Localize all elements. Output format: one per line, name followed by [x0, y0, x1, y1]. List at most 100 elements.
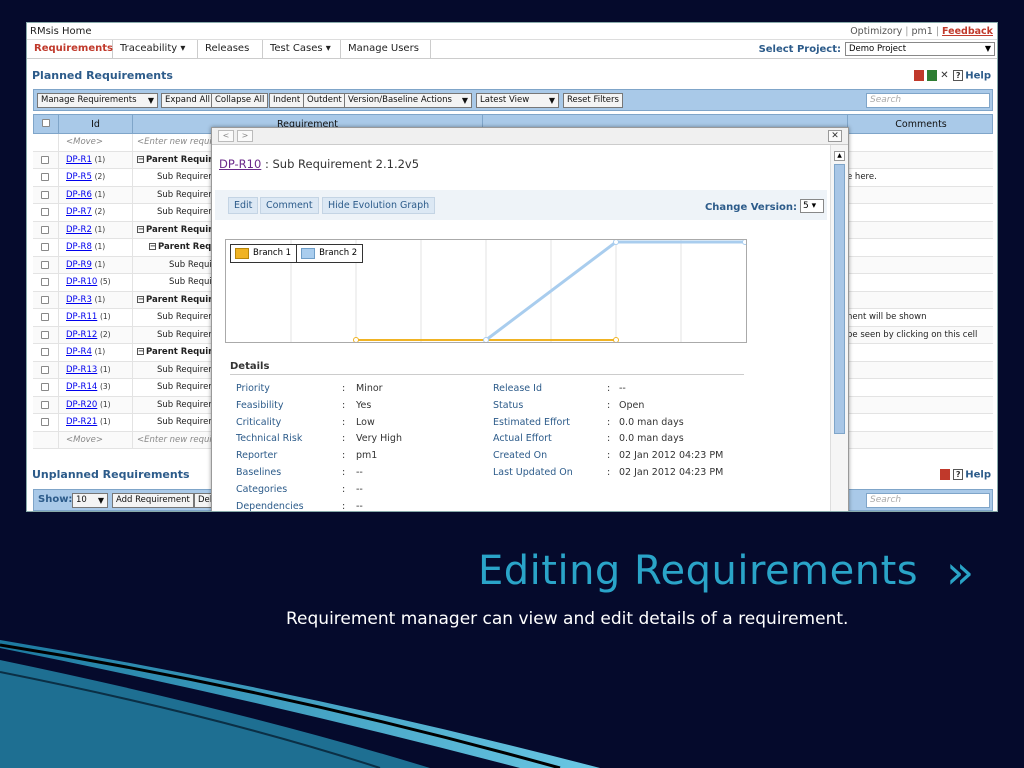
requirement-name-cell[interactable]: − Parent Requirer: [137, 155, 222, 165]
row-checkbox[interactable]: [41, 365, 49, 374]
row-checkbox[interactable]: [41, 260, 49, 269]
row-checkbox[interactable]: [41, 225, 49, 234]
requirement-name-cell[interactable]: Sub Requirem: [157, 382, 217, 392]
requirement-name-cell[interactable]: − Parent Requirer: [137, 295, 222, 305]
edit-button[interactable]: Edit: [228, 197, 259, 214]
requirement-id-link[interactable]: DP-R6: [66, 190, 92, 200]
move-cell[interactable]: <Move>: [66, 137, 103, 147]
requirement-id-link[interactable]: DP-R3: [66, 295, 92, 305]
tab-test-cases[interactable]: Test Cases ▾: [263, 40, 341, 59]
tools-icon[interactable]: ✕: [940, 70, 950, 81]
row-checkbox[interactable]: [41, 313, 49, 321]
requirement-id-link[interactable]: DP-R11: [66, 312, 97, 322]
requirement-name-cell[interactable]: Sub Requirem: [157, 190, 217, 200]
comment-button[interactable]: Comment: [260, 197, 319, 214]
row-checkbox[interactable]: [41, 383, 49, 391]
requirement-id-link[interactable]: DP-R10: [219, 157, 261, 171]
help-icon[interactable]: ?: [953, 469, 964, 480]
requirement-name-cell[interactable]: − Parent Requ: [149, 242, 217, 252]
expand-all-button[interactable]: Expand All: [161, 93, 215, 108]
select-all-cell[interactable]: [34, 115, 59, 134]
comment-cell[interactable]: e here.: [847, 172, 877, 182]
manage-requirements-select[interactable]: Manage Requirements ▼: [37, 93, 158, 108]
pdf-export-icon[interactable]: [940, 469, 951, 480]
requirement-name-cell[interactable]: Sub Requirem: [157, 312, 217, 322]
new-requirement-cell[interactable]: <Enter new requi: [137, 435, 212, 445]
planned-search-input[interactable]: Search: [866, 93, 990, 108]
requirement-name-cell[interactable]: Sub Requirem: [157, 417, 217, 427]
row-checkbox[interactable]: [41, 190, 49, 199]
requirement-name-cell[interactable]: Sub Requirem: [157, 365, 217, 375]
row-checkbox[interactable]: [41, 243, 49, 251]
requirement-name-cell[interactable]: Sub Requirem: [157, 172, 217, 182]
pdf-export-icon[interactable]: [914, 70, 925, 81]
row-checkbox[interactable]: [41, 208, 49, 216]
requirement-name-cell[interactable]: Sub Requirem: [157, 330, 217, 340]
requirement-id-link[interactable]: DP-R8: [66, 242, 92, 252]
next-arrow-icon[interactable]: >: [237, 130, 253, 142]
collapse-icon[interactable]: −: [137, 155, 144, 163]
requirement-id-link[interactable]: DP-R2: [66, 225, 92, 235]
requirement-id-link[interactable]: DP-R13: [66, 365, 97, 375]
outdent-button[interactable]: Outdent: [303, 93, 346, 108]
row-checkbox[interactable]: [41, 173, 49, 181]
requirement-id-link[interactable]: DP-R10: [66, 277, 97, 287]
view-select[interactable]: Latest View ▼: [476, 93, 559, 108]
feedback-link[interactable]: Feedback: [942, 26, 993, 37]
scroll-thumb[interactable]: [834, 164, 845, 434]
requirement-id-link[interactable]: DP-R7: [66, 207, 92, 217]
row-checkbox[interactable]: [41, 330, 49, 339]
tab-releases[interactable]: Releases: [198, 40, 263, 59]
scroll-up-icon[interactable]: ▲: [834, 151, 845, 161]
page-size-select[interactable]: 10 ▼: [72, 493, 108, 508]
add-requirement-button[interactable]: Add Requirement: [112, 493, 194, 508]
requirement-name-cell[interactable]: Sub Requi: [169, 277, 212, 287]
version-select[interactable]: 5 ▾: [800, 199, 824, 213]
requirement-name-cell[interactable]: Sub Requirem: [157, 207, 217, 217]
project-select[interactable]: Demo Project ▼: [845, 42, 995, 56]
tab-requirements[interactable]: Requirements: [27, 40, 113, 59]
comment-cell[interactable]: be seen by clicking on this cell: [847, 330, 977, 340]
row-checkbox[interactable]: [41, 418, 49, 426]
optimizory-link[interactable]: Optimizory: [850, 26, 902, 37]
excel-export-icon[interactable]: [927, 70, 938, 81]
collapse-icon[interactable]: −: [137, 348, 144, 355]
user-link[interactable]: pm1: [912, 26, 933, 37]
row-checkbox[interactable]: [41, 155, 49, 164]
requirement-name-cell[interactable]: − Parent Requirer: [137, 225, 222, 235]
collapse-icon[interactable]: −: [137, 225, 144, 233]
collapse-icon[interactable]: −: [137, 295, 144, 303]
close-icon[interactable]: ✕: [828, 130, 842, 142]
requirement-id-link[interactable]: DP-R14: [66, 382, 97, 392]
requirement-name-cell[interactable]: Sub Requi: [169, 260, 212, 270]
new-requirement-cell[interactable]: <Enter new requi: [137, 137, 212, 147]
comment-cell[interactable]: nent will be shown: [847, 312, 926, 322]
hide-evolution-graph-button[interactable]: Hide Evolution Graph: [322, 197, 436, 214]
row-checkbox[interactable]: [41, 348, 49, 356]
tab-manage-users[interactable]: Manage Users: [341, 40, 431, 59]
col-id[interactable]: Id: [59, 115, 133, 134]
dialog-scrollbar[interactable]: ▲: [830, 145, 848, 511]
help-link[interactable]: Help: [965, 71, 991, 82]
requirement-id-link[interactable]: DP-R1: [66, 155, 92, 165]
version-baseline-select[interactable]: Version/Baseline Actions ▼: [344, 93, 472, 108]
requirement-id-link[interactable]: DP-R12: [66, 330, 97, 340]
requirement-id-link[interactable]: DP-R4: [66, 347, 92, 357]
row-checkbox[interactable]: [41, 295, 49, 304]
row-checkbox[interactable]: [41, 400, 49, 409]
tab-traceability[interactable]: Traceability ▾: [113, 40, 198, 59]
help-link[interactable]: Help: [965, 470, 991, 481]
indent-button[interactable]: Indent: [269, 93, 305, 108]
move-cell[interactable]: <Move>: [66, 435, 103, 445]
prev-arrow-icon[interactable]: <: [218, 130, 234, 142]
row-checkbox[interactable]: [41, 278, 49, 286]
select-all-checkbox[interactable]: [42, 119, 50, 127]
reset-filters-button[interactable]: Reset Filters: [563, 93, 623, 108]
help-icon[interactable]: ?: [953, 70, 964, 81]
unplanned-search-input[interactable]: Search: [866, 493, 990, 508]
requirement-name-cell[interactable]: − Parent Requirer: [137, 347, 222, 357]
col-comments[interactable]: Comments: [847, 115, 994, 134]
requirement-id-link[interactable]: DP-R21: [66, 417, 97, 427]
requirement-name-cell[interactable]: Sub Requirem: [157, 400, 217, 410]
requirement-id-link[interactable]: DP-R9: [66, 260, 92, 270]
